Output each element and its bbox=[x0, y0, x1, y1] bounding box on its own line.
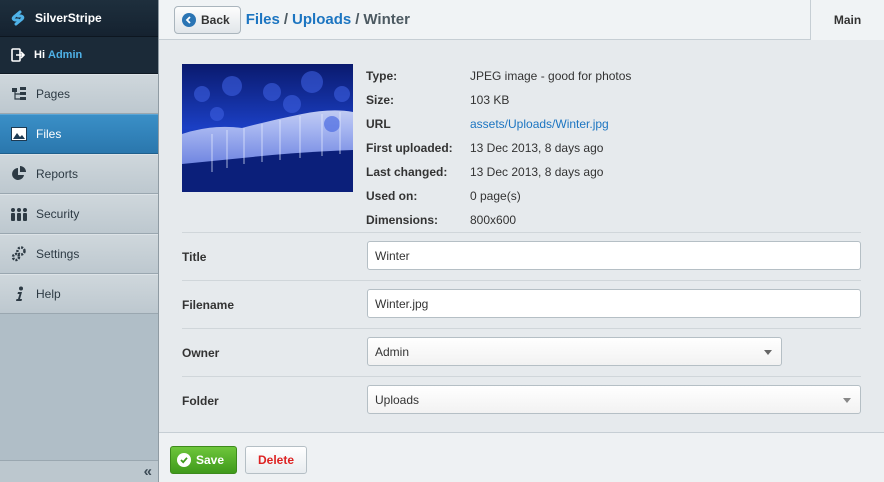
breadcrumb-separator: / bbox=[355, 11, 360, 28]
detail-type: Type: JPEG image - good for photos bbox=[366, 64, 631, 88]
detail-value: 0 page(s) bbox=[470, 189, 521, 203]
detail-first-uploaded: First uploaded: 13 Dec 2013, 8 days ago bbox=[366, 136, 631, 160]
sidebar-item-security[interactable]: Security bbox=[0, 194, 158, 234]
detail-size: Size: 103 KB bbox=[366, 88, 631, 112]
detail-label: Size: bbox=[366, 93, 395, 107]
detail-used-on: Used on: 0 page(s) bbox=[366, 184, 631, 208]
file-url-link[interactable]: assets/Uploads/Winter.jpg bbox=[470, 117, 609, 131]
form-actions: Save Delete bbox=[159, 432, 884, 482]
greeting-text: Hi bbox=[34, 49, 45, 61]
checkmark-icon bbox=[177, 453, 191, 467]
sidebar-item-label: Security bbox=[36, 207, 80, 221]
profile-link[interactable]: Admin bbox=[48, 49, 82, 61]
owner-select[interactable]: Admin bbox=[367, 337, 782, 366]
detail-value: 13 Dec 2013, 8 days ago bbox=[470, 165, 604, 179]
back-button[interactable]: Back bbox=[174, 5, 241, 34]
title-input[interactable] bbox=[367, 241, 861, 270]
sidebar-item-reports[interactable]: Reports bbox=[0, 154, 158, 194]
folder-selected-value: Uploads bbox=[375, 392, 420, 407]
detail-label: Used on: bbox=[366, 189, 418, 203]
breadcrumb: Files / Uploads / Winter bbox=[246, 11, 410, 28]
file-preview-image bbox=[182, 64, 353, 192]
field-folder: Folder Uploads bbox=[182, 376, 861, 432]
save-button[interactable]: Save bbox=[170, 446, 237, 474]
owner-selected-value: Admin bbox=[375, 344, 410, 359]
silverstripe-logo-icon bbox=[8, 8, 28, 28]
filename-label: Filename bbox=[182, 298, 235, 312]
edit-form: Type: JPEG image - good for photos Size: 1… bbox=[159, 40, 884, 432]
field-owner: Owner Admin bbox=[182, 328, 861, 376]
filename-input[interactable] bbox=[367, 289, 861, 318]
detail-label: First uploaded: bbox=[366, 141, 453, 155]
detail-value: JPEG image - good for photos bbox=[470, 69, 632, 83]
sidebar-item-label: Files bbox=[36, 127, 62, 141]
gears-icon bbox=[10, 245, 28, 263]
owner-label: Owner bbox=[182, 346, 220, 360]
detail-value: 800x600 bbox=[470, 213, 517, 227]
info-icon bbox=[10, 285, 28, 303]
detail-label: Dimensions: bbox=[366, 213, 439, 227]
chevron-down-icon bbox=[764, 350, 772, 355]
file-details: Type: JPEG image - good for photos Size: 1… bbox=[366, 64, 631, 232]
detail-label: URL bbox=[366, 117, 391, 131]
brand-bar[interactable]: SilverStripe bbox=[0, 0, 158, 37]
collapse-icon[interactable]: « bbox=[144, 463, 152, 480]
folder-select[interactable]: Uploads bbox=[367, 385, 861, 414]
sidebar-item-settings[interactable]: Settings bbox=[0, 234, 158, 274]
detail-url: URL assets/Uploads/Winter.jpg bbox=[366, 112, 631, 136]
sitetree-icon bbox=[10, 85, 28, 103]
pie-chart-icon bbox=[10, 165, 28, 183]
sidebar-item-label: Pages bbox=[36, 87, 71, 101]
logout-icon[interactable] bbox=[11, 48, 26, 62]
breadcrumb-files[interactable]: Files bbox=[246, 11, 280, 28]
back-arrow-icon bbox=[182, 12, 196, 27]
detail-value: 13 Dec 2013, 8 days ago bbox=[470, 141, 604, 155]
breadcrumb-current: Winter bbox=[363, 11, 410, 28]
detail-label: Type: bbox=[366, 69, 398, 83]
sidebar-item-files[interactable]: Files bbox=[0, 114, 158, 154]
brand-name: SilverStripe bbox=[35, 11, 102, 25]
breadcrumb-uploads[interactable]: Uploads bbox=[292, 11, 351, 28]
back-label: Back bbox=[201, 12, 230, 27]
image-icon bbox=[10, 125, 28, 143]
sidebar: SilverStripe Hi Admin Pages Files Report… bbox=[0, 0, 159, 482]
chevron-down-icon bbox=[843, 398, 851, 403]
user-greeting: Hi Admin bbox=[0, 37, 158, 74]
field-filename: Filename bbox=[182, 280, 861, 328]
sidebar-collapse-bar[interactable]: « bbox=[0, 460, 158, 482]
save-label: Save bbox=[196, 453, 225, 467]
sidebar-item-label: Reports bbox=[36, 167, 79, 181]
title-label: Title bbox=[182, 250, 207, 264]
delete-button[interactable]: Delete bbox=[245, 446, 307, 474]
sidebar-item-label: Settings bbox=[36, 247, 80, 261]
folder-label: Folder bbox=[182, 394, 219, 408]
header-bar: Back Files / Uploads / Winter Main bbox=[159, 0, 884, 40]
tab-main[interactable]: Main bbox=[810, 0, 884, 40]
breadcrumb-separator: / bbox=[283, 11, 289, 28]
sidebar-item-pages[interactable]: Pages bbox=[0, 74, 158, 114]
users-icon bbox=[10, 205, 28, 223]
detail-dimensions: Dimensions: 800x600 bbox=[366, 208, 631, 232]
detail-value: 103 KB bbox=[470, 93, 510, 107]
detail-label: Last changed: bbox=[366, 165, 448, 179]
sidebar-item-help[interactable]: Help bbox=[0, 274, 158, 314]
sidebar-item-label: Help bbox=[36, 287, 61, 301]
field-title: Title bbox=[182, 232, 861, 280]
detail-last-changed: Last changed: 13 Dec 2013, 8 days ago bbox=[366, 160, 631, 184]
